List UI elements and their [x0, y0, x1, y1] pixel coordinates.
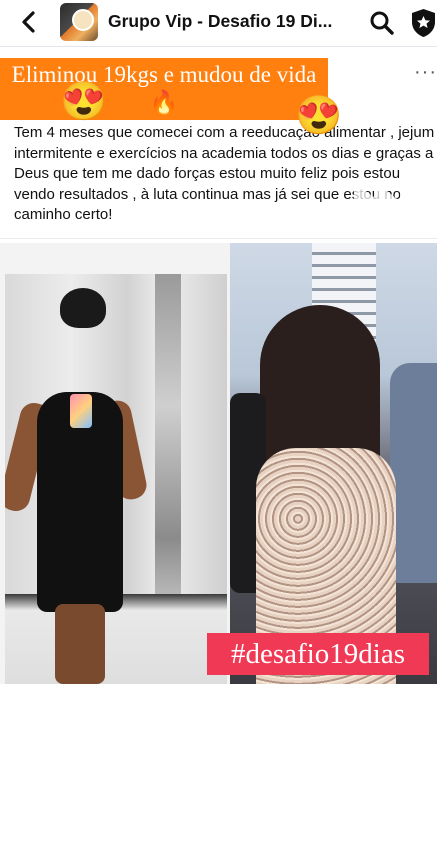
- hashtag-label: #desafio19dias: [207, 633, 429, 675]
- hair: [60, 288, 106, 328]
- marble-wall: [155, 274, 181, 604]
- more-options-icon[interactable]: ···: [414, 62, 437, 82]
- post-headline: Eliminou 19kgs e mudou de vida 🔥: [0, 58, 328, 120]
- group-header: Grupo Vip - Desafio 19 Di...: [0, 0, 437, 46]
- avatar-decoration: [72, 9, 94, 31]
- group-title[interactable]: Grupo Vip - Desafio 19 Di...: [108, 11, 344, 32]
- background-person: [390, 363, 437, 583]
- chevron-left-icon: [22, 11, 35, 33]
- header-divider: [0, 46, 437, 47]
- phone: [70, 394, 92, 428]
- heart-eyes-emoji-icon: 😍: [60, 81, 108, 123]
- search-icon[interactable]: [369, 10, 395, 36]
- legs: [55, 604, 105, 684]
- after-photo: [5, 274, 227, 684]
- fast-forward-icon: [350, 181, 408, 221]
- before-photo: [230, 243, 437, 684]
- fire-emoji-icon: 🔥: [149, 90, 179, 115]
- group-avatar[interactable]: [60, 3, 98, 41]
- shield-star-icon[interactable]: [410, 8, 437, 38]
- before-after-photo[interactable]: [0, 243, 437, 684]
- content-divider: [0, 238, 437, 239]
- headline-text: Eliminou 19kgs e mudou de vida: [11, 62, 317, 87]
- back-arrow-icon[interactable]: [18, 10, 38, 34]
- heart-eyes-emoji-icon: 😍: [295, 95, 343, 137]
